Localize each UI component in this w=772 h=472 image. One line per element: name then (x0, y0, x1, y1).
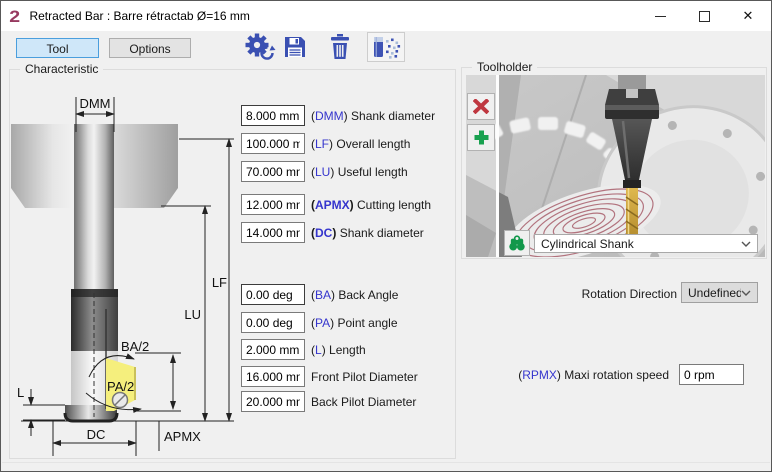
shank-type-select[interactable]: Cylindrical Shank (534, 234, 758, 253)
delete-button[interactable] (326, 32, 354, 62)
diagram-label-ba2: BA/2 (121, 339, 149, 354)
maximize-button[interactable] (682, 1, 726, 31)
rotation-direction-value: Undefined (688, 286, 741, 300)
back-pilot-input[interactable] (241, 391, 305, 412)
dc-input[interactable] (241, 222, 305, 243)
field-row-front-pilot: Front Pilot Diameter (241, 366, 418, 387)
simulation-icon (370, 34, 402, 60)
rpmx-label: (RPMX) Maxi rotation speed (481, 368, 669, 382)
simulation-button[interactable] (367, 32, 405, 62)
minimize-button[interactable] (638, 1, 682, 31)
rotation-direction-select[interactable]: Undefined (681, 282, 758, 303)
diagram-label-lu: LU (184, 307, 201, 322)
window-title: Retracted Bar : Barre rétractab Ø=16 mm (29, 9, 249, 23)
dmm-input[interactable] (241, 105, 305, 126)
update-settings-icon (244, 33, 276, 61)
maximize-icon (699, 11, 710, 22)
diagram-label-lf: LF (212, 275, 227, 290)
browse-toolholder-button[interactable] (504, 230, 530, 256)
field-row-lf: (LF) Overall length (241, 133, 410, 154)
shank-type-value: Cylindrical Shank (541, 237, 741, 251)
field-row-lu: (LU) Useful length (241, 161, 408, 182)
remove-x-icon (473, 99, 489, 114)
pa-label: (PA) Point angle (311, 316, 398, 330)
ba-input[interactable] (241, 284, 305, 305)
tab-tool[interactable]: Tool (16, 38, 99, 58)
add-toolholder-button[interactable] (467, 124, 495, 151)
title-bar: 2 Retracted Bar : Barre rétractab Ø=16 m… (1, 1, 771, 31)
lu-input[interactable] (241, 161, 305, 182)
binoculars-icon (508, 234, 526, 252)
lu-label: (LU) Useful length (311, 165, 408, 179)
tab-options[interactable]: Options (109, 38, 191, 58)
save-icon (283, 35, 307, 59)
apmx-label: (APMX) Cutting length (311, 198, 431, 212)
diagram-label-pa2: PA/2 (107, 379, 134, 394)
field-row-back-pilot: Back Pilot Diameter (241, 391, 416, 412)
add-plus-icon (473, 129, 490, 146)
delete-icon (328, 34, 352, 60)
back-pilot-label: Back Pilot Diameter (311, 395, 416, 409)
front-pilot-input[interactable] (241, 366, 305, 387)
diagram-label-dc: DC (87, 427, 106, 442)
diagram-label-apmx: APMX (164, 429, 201, 444)
rpmx-input[interactable] (679, 364, 744, 385)
front-pilot-label: Front Pilot Diameter (311, 370, 418, 384)
chevron-down-icon (741, 241, 751, 247)
chevron-down-icon (741, 290, 751, 296)
field-row-ba: (BA) Back Angle (241, 284, 398, 305)
ba-label: (BA) Back Angle (311, 288, 398, 302)
dmm-label: (DMM) Shank diameter (311, 109, 435, 123)
characteristic-group-title: Characteristic (20, 62, 103, 76)
close-button[interactable]: ✕ (726, 1, 770, 31)
app-logo-icon: 2 (9, 8, 20, 25)
l-label: (L) Length (311, 343, 366, 357)
rotation-direction-label: Rotation Direction (521, 287, 677, 301)
diagram-label-l: L (17, 385, 24, 400)
pa-input[interactable] (241, 312, 305, 333)
remove-toolholder-button[interactable] (467, 93, 495, 120)
minimize-icon (655, 16, 666, 17)
close-icon: ✕ (743, 8, 754, 24)
dc-label: (DC) Shank diameter (311, 226, 424, 240)
field-row-l: (L) Length (241, 339, 366, 360)
save-button[interactable] (281, 32, 309, 62)
field-row-dmm: (DMM) Shank diameter (241, 105, 435, 126)
l-input[interactable] (241, 339, 305, 360)
update-settings-button[interactable] (243, 32, 277, 62)
tool-diagram: DMM LF LU BA/2 PA/2 L DC APMX (11, 79, 241, 459)
tool-editor-window: 2 Retracted Bar : Barre rétractab Ø=16 m… (0, 0, 772, 472)
lf-input[interactable] (241, 133, 305, 154)
diagram-label-dmm: DMM (79, 96, 110, 111)
bottom-divider (2, 462, 770, 463)
field-row-dc: (DC) Shank diameter (241, 222, 424, 243)
toolholder-group-title: Toolholder (472, 60, 537, 74)
field-row-pa: (PA) Point angle (241, 312, 398, 333)
apmx-input[interactable] (241, 194, 305, 215)
field-row-apmx: (APMX) Cutting length (241, 194, 431, 215)
lf-label: (LF) Overall length (311, 137, 410, 151)
